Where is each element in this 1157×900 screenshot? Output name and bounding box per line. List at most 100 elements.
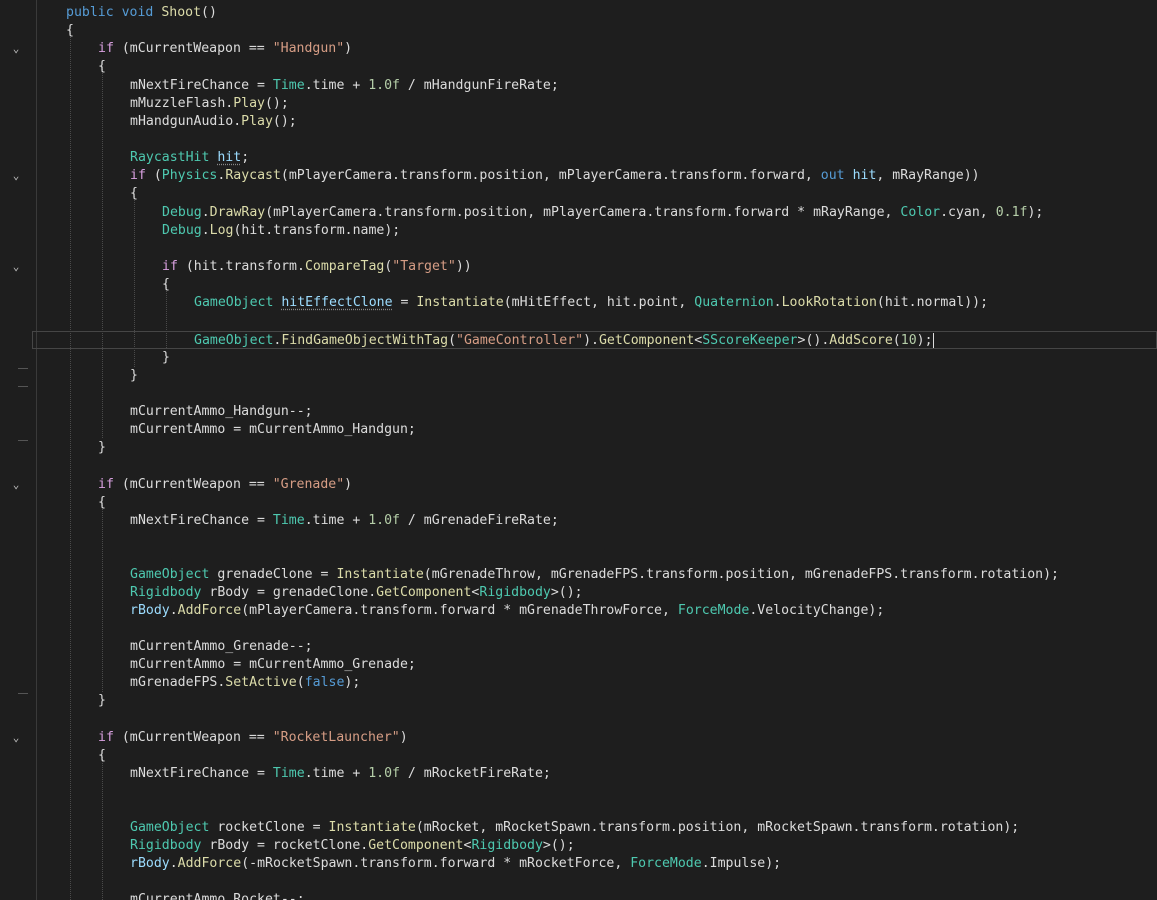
code-token: = [392, 295, 417, 310]
code-token: mCurrentAmmo_Handgun--; [130, 404, 313, 419]
code-text: mCurrentAmmo = mCurrentAmmo_Handgun; [130, 421, 416, 439]
code-token: { [98, 748, 106, 763]
code-token: Hit [185, 150, 210, 165]
code-text: GameObject hitEffectClone = Instantiate(… [194, 294, 988, 312]
code-token: "Target" [392, 259, 456, 274]
current-code-line[interactable]: GameObject.FindGameObjectWithTag("GameCo… [32, 331, 1157, 349]
code-line[interactable]: mNextFireChance = Time.time + 1.0f / mRo… [0, 765, 1157, 783]
code-line[interactable]: if (hit.transform.CompareTag("Target")) [0, 258, 1157, 276]
code-line[interactable]: mNextFireChance = Time.time + 1.0f / mHa… [0, 77, 1157, 95]
code-line[interactable]: GameObject grenadeClone = Instantiate(mG… [0, 566, 1157, 584]
code-token: (); [264, 96, 289, 111]
code-line[interactable]: if (mCurrentWeapon == "Grenade") [0, 476, 1157, 494]
code-line[interactable]: GameObject rocketClone = Instantiate(mRo… [0, 819, 1157, 837]
code-token: ). [583, 333, 599, 348]
code-token: mCurrentAmmo = mCurrentAmmo_Grenade; [130, 657, 416, 672]
code-text: { [66, 22, 74, 40]
code-line[interactable]: { [0, 22, 1157, 40]
code-line[interactable]: Rigidbody rBody = rocketClone.GetCompone… [0, 837, 1157, 855]
code-token: ( [145, 168, 162, 183]
code-line[interactable]: } [0, 692, 1157, 710]
code-line[interactable]: Debug.Log(hit.transform.name); [0, 222, 1157, 240]
code-line[interactable]: Rigidbody rBody = grenadeClone.GetCompon… [0, 584, 1157, 602]
code-token: mNextFireChance = [130, 78, 273, 93]
code-token: if [98, 730, 114, 745]
code-line[interactable]: { [0, 747, 1157, 765]
code-line[interactable]: { [0, 494, 1157, 512]
code-token: (hit.normal)); [876, 295, 989, 310]
code-text: } [98, 439, 106, 457]
code-token: . [773, 295, 782, 310]
code-line[interactable]: GameObject hitEffectClone = Instantiate(… [0, 294, 1157, 312]
code-token: Play [241, 114, 273, 129]
code-line[interactable]: mCurrentAmmo = mCurrentAmmo_Grenade; [0, 656, 1157, 674]
code-line[interactable]: rBody.AddForce(mPlayerCamera.transform.f… [0, 602, 1157, 620]
code-token: >(). [797, 333, 830, 348]
code-text: RaycastHit hit; [130, 149, 249, 167]
code-token: mNextFireChance = [130, 766, 273, 781]
code-line[interactable]: Debug.DrawRay(mPlayerCamera.transform.po… [0, 204, 1157, 222]
code-text: mCurrentAmmo = mCurrentAmmo_Grenade; [130, 656, 416, 674]
code-line[interactable]: if (mCurrentWeapon == "Handgun") [0, 40, 1157, 58]
code-line[interactable]: RaycastHit hit; [0, 149, 1157, 167]
code-token: Rigidbody [471, 838, 543, 853]
code-token: "GameController" [456, 333, 584, 348]
code-text: if (mCurrentWeapon == "Handgun") [98, 40, 352, 58]
code-line[interactable]: public void Shoot() [0, 4, 1157, 22]
code-token: "Grenade" [272, 477, 345, 492]
code-token: ) [399, 730, 408, 745]
code-line[interactable]: rBody.AddForce(-mRocketSpawn.transform.f… [0, 855, 1157, 873]
code-line[interactable]: } [0, 439, 1157, 457]
code-token: SetActive [225, 675, 297, 690]
code-line[interactable]: } [0, 367, 1157, 385]
code-editor[interactable]: ⌄ ⌄ ⌄ ⌄ ⌄ public void Shoot(){if (mCurre… [0, 0, 1157, 900]
code-line[interactable]: mMuzzleFlash.Play(); [0, 95, 1157, 113]
code-text: { [162, 276, 170, 294]
code-text: } [162, 349, 170, 367]
code-token: mHandgunAudio. [130, 114, 242, 129]
code-text: { [98, 494, 106, 512]
code-text: if (mCurrentWeapon == "Grenade") [98, 476, 352, 494]
code-line[interactable]: if (mCurrentWeapon == "RocketLauncher") [0, 729, 1157, 747]
code-line[interactable]: if (Physics.Raycast(mPlayerCamera.transf… [0, 167, 1157, 185]
code-line[interactable]: } [0, 349, 1157, 367]
code-token: GetComponent [376, 585, 472, 600]
code-token: ) [344, 477, 353, 492]
code-line[interactable]: mNextFireChance = Time.time + 1.0f / mGr… [0, 512, 1157, 530]
code-line[interactable]: mGrenadeFPS.SetActive(false); [0, 674, 1157, 692]
code-token: { [98, 59, 106, 74]
code-line[interactable]: mCurrentAmmo_Rocket--; [0, 891, 1157, 900]
code-token: } [130, 368, 138, 383]
code-token: rBody = rocketClone. [201, 838, 369, 853]
code-text: Rigidbody rBody = grenadeClone.GetCompon… [130, 584, 583, 602]
code-token: )) [455, 259, 472, 274]
code-token: AddForce [177, 603, 242, 618]
code-text: mMuzzleFlash.Play(); [130, 95, 289, 113]
code-token: Color [900, 205, 941, 220]
code-token: .Impulse); [701, 856, 782, 871]
code-text: { [98, 58, 106, 76]
code-line[interactable]: { [0, 185, 1157, 203]
code-token: { [66, 23, 74, 38]
code-token: ; [241, 150, 250, 165]
code-text: GameObject rocketClone = Instantiate(mRo… [130, 819, 1019, 837]
code-token: mCurrentAmmo_Grenade--; [130, 639, 313, 654]
code-token: . [169, 603, 178, 618]
code-token: hit [217, 150, 242, 165]
code-line[interactable]: { [0, 276, 1157, 294]
code-token: GetComponent [368, 838, 464, 853]
code-token: AddForce [177, 856, 242, 871]
code-line[interactable]: mCurrentAmmo_Handgun--; [0, 403, 1157, 421]
code-token: . [201, 223, 210, 238]
code-token: (); [272, 114, 297, 129]
code-token: (mCurrentWeapon == [113, 730, 273, 745]
code-line[interactable]: mCurrentAmmo_Grenade--; [0, 638, 1157, 656]
code-line[interactable]: mCurrentAmmo = mCurrentAmmo_Handgun; [0, 421, 1157, 439]
code-line[interactable]: { [0, 58, 1157, 76]
code-token: ( [892, 333, 901, 348]
code-line[interactable]: mHandgunAudio.Play(); [0, 113, 1157, 131]
code-token: Rigidbody [479, 585, 551, 600]
code-token: Raycast [130, 150, 186, 165]
code-token: grenadeClone = [209, 567, 337, 582]
code-text: mNextFireChance = Time.time + 1.0f / mRo… [130, 765, 551, 783]
